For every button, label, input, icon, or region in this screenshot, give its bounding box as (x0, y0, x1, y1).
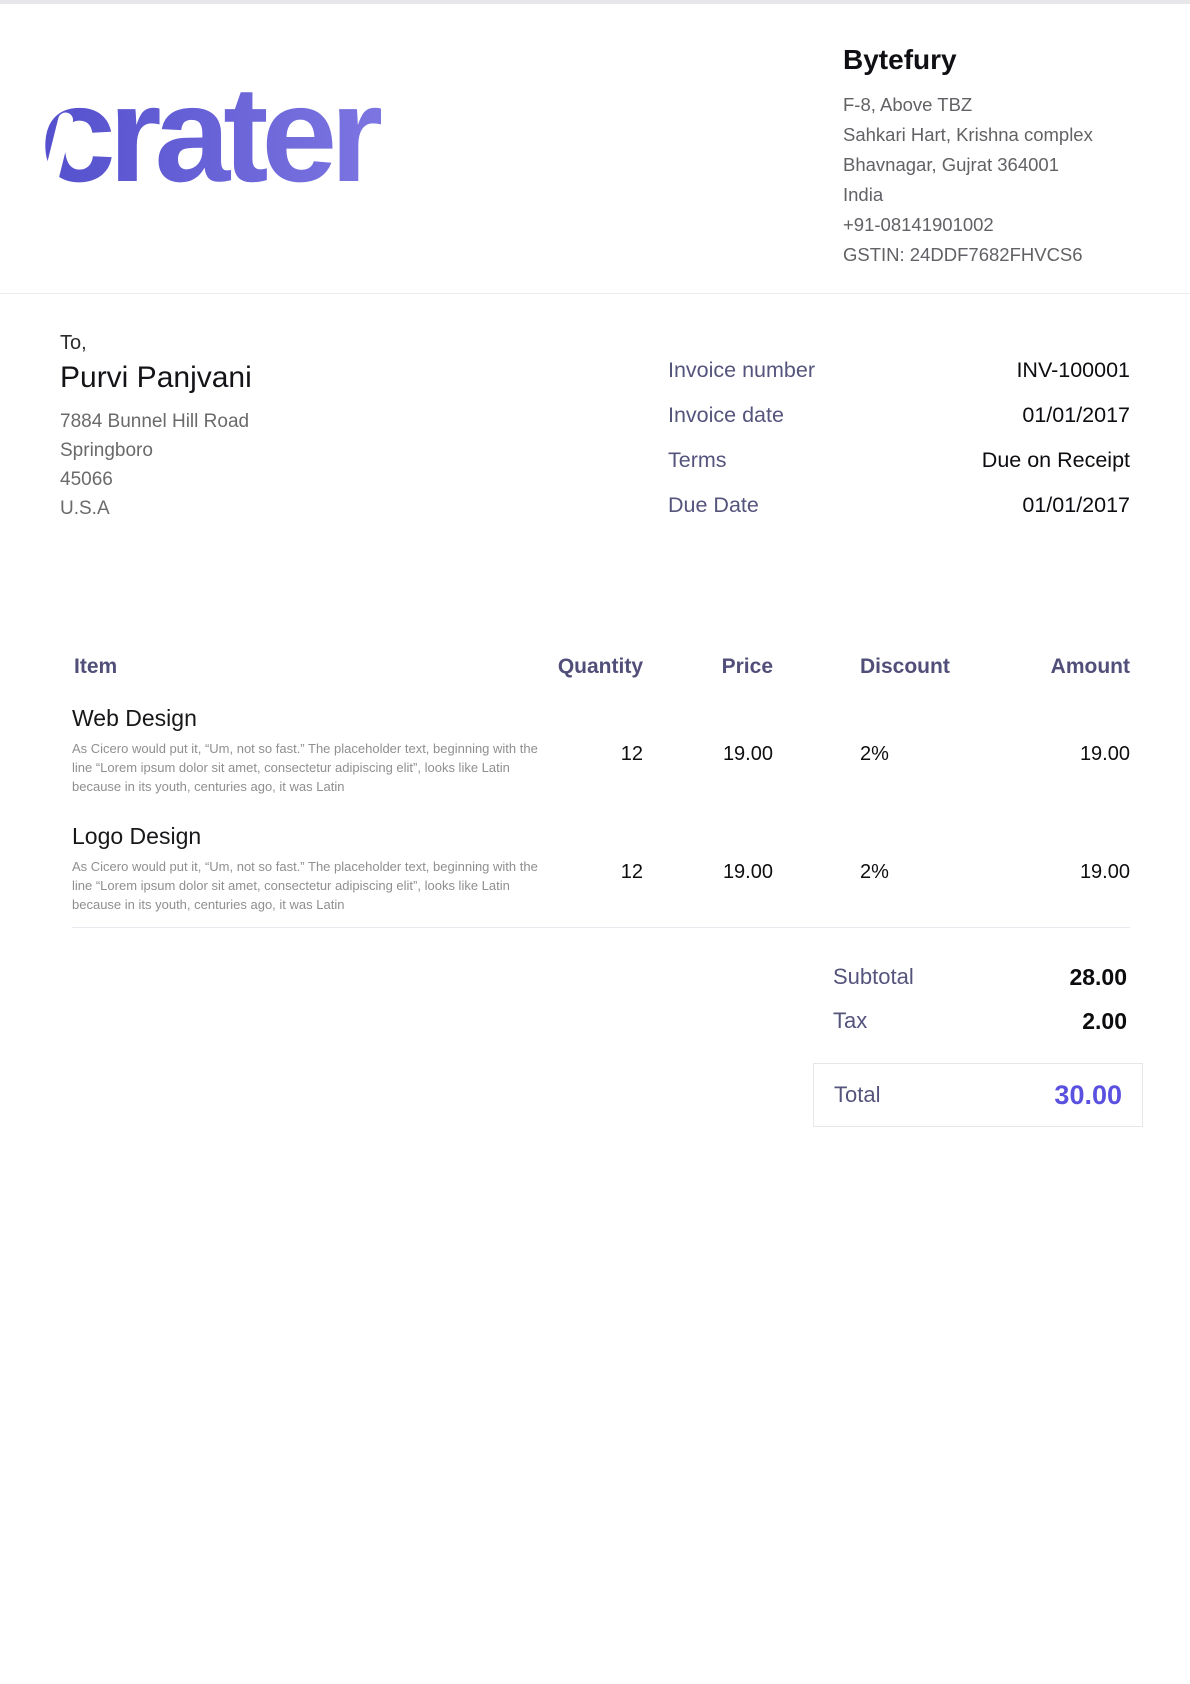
tax-label: Tax (833, 1008, 867, 1034)
column-header-quantity: Quantity (558, 655, 643, 679)
terms-row: Terms Due on Receipt (668, 448, 1130, 473)
invoice-header: crater Bytefury F-8, Above TBZ Sahkari H… (0, 4, 1190, 294)
invoice-number-value: INV-100001 (1016, 358, 1130, 383)
totals-section: Subtotal 28.00 Tax 2.00 Total 30.00 (813, 955, 1143, 1135)
terms-value: Due on Receipt (982, 448, 1130, 473)
divider (72, 927, 1130, 928)
invoice-page: crater Bytefury F-8, Above TBZ Sahkari H… (0, 0, 1190, 1684)
item-amount: 19.00 (1080, 861, 1130, 884)
item-quantity: 12 (621, 743, 643, 766)
column-header-price: Price (722, 655, 773, 679)
total-box: Total 30.00 (813, 1063, 1143, 1127)
table-row: Logo Design As Cicero would put it, “Um,… (72, 823, 1130, 933)
bill-to-label: To, (60, 332, 252, 355)
items-table-header: Item Quantity Price Discount Amount (72, 655, 1130, 685)
company-address-line: Bhavnagar, Gujrat 364001 (843, 150, 1093, 180)
customer-address-line: U.S.A (60, 494, 252, 523)
item-description: As Cicero would put it, “Um, not so fast… (72, 739, 550, 796)
due-date-row: Due Date 01/01/2017 (668, 493, 1130, 518)
customer-address-line: 45066 (60, 465, 252, 494)
tax-row: Tax 2.00 (833, 1005, 1127, 1037)
item-discount: 2% (860, 861, 889, 884)
company-address: F-8, Above TBZ Sahkari Hart, Krishna com… (843, 90, 1093, 270)
items-table: Item Quantity Price Discount Amount Web … (72, 655, 1130, 945)
crater-logo: crater (40, 66, 510, 206)
tax-value: 2.00 (1082, 1008, 1127, 1035)
invoice-date-row: Invoice date 01/01/2017 (668, 403, 1130, 428)
customer-address: 7884 Bunnel Hill Road Springboro 45066 U… (60, 407, 252, 523)
customer-address-line: Springboro (60, 436, 252, 465)
bill-to-section: To, Purvi Panjvani 7884 Bunnel Hill Road… (60, 332, 252, 523)
company-address-line: India (843, 180, 1093, 210)
item-amount: 19.00 (1080, 743, 1130, 766)
total-value: 30.00 (1054, 1080, 1122, 1111)
due-date-label: Due Date (668, 493, 759, 518)
column-header-discount: Discount (860, 655, 950, 679)
item-description: As Cicero would put it, “Um, not so fast… (72, 857, 550, 914)
invoice-date-value: 01/01/2017 (1022, 403, 1130, 428)
item-quantity: 12 (621, 861, 643, 884)
company-info: Bytefury F-8, Above TBZ Sahkari Hart, Kr… (843, 44, 1093, 270)
item-price: 19.00 (723, 743, 773, 766)
item-price: 19.00 (723, 861, 773, 884)
table-row: Web Design As Cicero would put it, “Um, … (72, 705, 1130, 815)
subtotal-value: 28.00 (1069, 964, 1127, 991)
terms-label: Terms (668, 448, 727, 473)
invoice-number-label: Invoice number (668, 358, 815, 383)
company-gstin: GSTIN: 24DDF7682FHVCS6 (843, 240, 1093, 270)
subtotal-label: Subtotal (833, 964, 914, 990)
due-date-value: 01/01/2017 (1022, 493, 1130, 518)
crater-logo-text: crater (40, 66, 510, 202)
total-label: Total (834, 1082, 880, 1108)
company-name: Bytefury (843, 44, 1093, 76)
customer-address-line: 7884 Bunnel Hill Road (60, 407, 252, 436)
company-phone: +91-08141901002 (843, 210, 1093, 240)
company-address-line: F-8, Above TBZ (843, 90, 1093, 120)
company-address-line: Sahkari Hart, Krishna complex (843, 120, 1093, 150)
subtotal-row: Subtotal 28.00 (833, 961, 1127, 993)
column-header-item: Item (74, 655, 117, 679)
item-name: Logo Design (72, 823, 1130, 850)
invoice-date-label: Invoice date (668, 403, 784, 428)
column-header-amount: Amount (1051, 655, 1130, 679)
customer-name: Purvi Panjvani (60, 361, 252, 395)
invoice-number-row: Invoice number INV-100001 (668, 358, 1130, 383)
item-discount: 2% (860, 743, 889, 766)
item-name: Web Design (72, 705, 1130, 732)
